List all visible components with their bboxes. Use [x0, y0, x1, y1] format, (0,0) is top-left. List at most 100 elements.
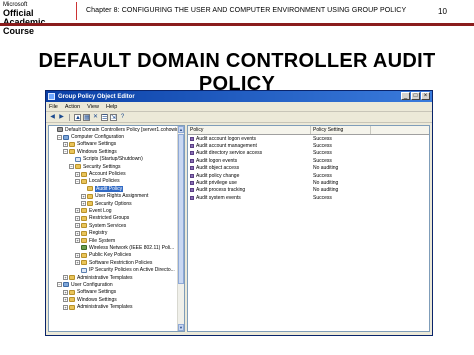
expand-icon[interactable]: + — [63, 297, 68, 303]
slide-header: Microsoft Official Academic Course Chapt… — [0, 0, 474, 36]
policy-cell: Audit object access — [188, 165, 311, 172]
expand-icon[interactable]: + — [75, 223, 80, 229]
back-icon[interactable]: ◀ — [49, 114, 56, 121]
tree-item-label: Administrative Templates — [77, 274, 133, 281]
tree-item[interactable]: − Windows Settings — [49, 148, 177, 155]
expand-icon[interactable]: + — [75, 208, 80, 214]
tree-item[interactable]: + Software Settings — [49, 141, 177, 148]
policy-row[interactable]: Audit object access No auditing — [188, 165, 429, 172]
tree-scrollbar[interactable]: ▲ ▼ — [177, 126, 184, 331]
close-button[interactable]: × — [421, 92, 430, 100]
folder-icon — [81, 215, 87, 221]
folder-icon — [87, 193, 93, 199]
expand-icon[interactable]: + — [63, 275, 68, 280]
tree-item[interactable]: − User Configuration — [49, 281, 177, 288]
tree-item[interactable]: + Public Key Policies — [49, 252, 177, 259]
tree-item-label: Account Policies — [89, 171, 126, 178]
page-number: 10 — [438, 7, 447, 16]
tree-item[interactable]: + Account Policies — [49, 170, 177, 177]
group-policy-editor-window: Group Policy Object Editor _ □ × File Ac… — [45, 90, 433, 336]
tree-item[interactable]: Wireless Network (IEEE 802.11) Poli... — [49, 244, 177, 251]
window-titlebar[interactable]: Group Policy Object Editor _ □ × — [46, 91, 432, 102]
expand-icon[interactable]: + — [81, 193, 86, 199]
tree-item[interactable]: + Security Options — [49, 200, 177, 207]
expand-icon[interactable]: + — [75, 260, 80, 266]
policy-row[interactable]: Audit process tracking No auditing — [188, 187, 429, 194]
tree-item[interactable]: + Software Settings — [49, 289, 177, 296]
tree-pane[interactable]: Default Domain Controllers Policy [serve… — [48, 125, 185, 332]
policy-name: Audit process tracking — [196, 187, 246, 194]
expand-icon[interactable]: + — [63, 289, 68, 295]
policy-setting-icon — [190, 151, 194, 156]
collapse-icon[interactable]: − — [57, 134, 62, 140]
column-header-setting[interactable]: Policy Setting — [311, 126, 371, 134]
tree-item[interactable]: − Security Settings — [49, 163, 177, 170]
delete-icon[interactable]: ✕ — [92, 114, 99, 121]
menu-help[interactable]: Help — [106, 104, 117, 110]
tree-item[interactable]: + User Rights Assignment — [49, 193, 177, 200]
policy-row[interactable]: Audit system events Success — [188, 194, 429, 201]
policy-row[interactable]: Audit logon events Success — [188, 157, 429, 164]
collapse-icon[interactable]: − — [69, 164, 74, 170]
policy-setting-icon — [190, 144, 194, 149]
show-hide-tree-icon[interactable]: ▦ — [83, 113, 90, 121]
toolbar-separator — [69, 113, 70, 121]
policy-row[interactable]: Audit policy change Success — [188, 172, 429, 179]
menu-file[interactable]: File — [49, 104, 58, 110]
scroll-up-icon[interactable]: ▲ — [178, 126, 184, 133]
expand-icon[interactable]: + — [75, 238, 80, 244]
tree-item-label: Restricted Groups — [89, 215, 130, 222]
collapse-icon[interactable]: − — [75, 178, 80, 184]
up-icon[interactable]: ▲ — [74, 113, 81, 121]
tree-item[interactable]: + Windows Settings — [49, 296, 177, 303]
tree-item[interactable]: + Software Restriction Policies — [49, 259, 177, 266]
scroll-thumb[interactable] — [178, 134, 184, 284]
collapse-icon[interactable]: − — [63, 149, 68, 155]
policy-row[interactable]: Audit privilege use No auditing — [188, 179, 429, 186]
expand-icon[interactable]: + — [75, 252, 80, 258]
tree-item[interactable]: + Restricted Groups — [49, 215, 177, 222]
minimize-button[interactable]: _ — [401, 92, 410, 100]
policy-cell: Audit directory service access — [188, 150, 311, 157]
policy-setting-icon — [190, 181, 194, 186]
chapter-title: Chapter 8: CONFIGURING THE USER AND COMP… — [86, 7, 407, 14]
expand-icon[interactable]: + — [75, 230, 80, 236]
tree-item[interactable]: + Administrative Templates — [49, 303, 177, 310]
policy-row[interactable]: Audit account management Success — [188, 142, 429, 149]
export-icon[interactable]: ⇲ — [110, 113, 117, 121]
policy-name: Audit object access — [196, 165, 240, 172]
help-icon[interactable]: ? — [119, 114, 126, 121]
tree-item[interactable]: Audit Policy — [49, 185, 177, 192]
scroll-down-icon[interactable]: ▼ — [178, 324, 184, 331]
expand-icon[interactable]: + — [63, 304, 68, 310]
policy-setting-value: Success — [313, 172, 332, 179]
tree-item[interactable]: Default Domain Controllers Policy [serve… — [49, 126, 177, 133]
tree-item[interactable]: + System Services — [49, 222, 177, 229]
tree-item[interactable]: + Registry — [49, 229, 177, 236]
properties-icon[interactable]: ☰ — [101, 113, 108, 121]
policy-row[interactable]: Audit account logon events Success — [188, 135, 429, 142]
folder-icon — [81, 223, 87, 229]
column-header-policy[interactable]: Policy — [188, 126, 311, 134]
tree-item[interactable]: Scripts (Startup/Shutdown) — [49, 156, 177, 163]
tree-item[interactable]: IP Security Policies on Active Directo..… — [49, 266, 177, 273]
expand-icon[interactable]: + — [81, 201, 86, 207]
tree-item[interactable]: + File System — [49, 237, 177, 244]
expand-icon[interactable]: + — [75, 171, 80, 177]
policy-cell: Audit process tracking — [188, 187, 311, 194]
menu-view[interactable]: View — [87, 104, 99, 110]
forward-icon[interactable]: ▶ — [58, 114, 65, 121]
expand-icon[interactable]: + — [75, 215, 80, 221]
policy-row[interactable]: Audit directory service access Success — [188, 150, 429, 157]
collapse-icon[interactable]: − — [57, 282, 62, 288]
tree-item[interactable]: + Administrative Templates — [49, 274, 177, 281]
menu-action[interactable]: Action — [65, 104, 80, 110]
policy-setting-icon — [190, 166, 194, 171]
tree-item[interactable]: − Local Policies — [49, 178, 177, 185]
expand-icon[interactable]: + — [63, 141, 68, 147]
folder-icon — [81, 252, 87, 258]
maximize-button[interactable]: □ — [411, 92, 420, 100]
folder-icon — [69, 297, 75, 303]
tree-item[interactable]: − Computer Configuration — [49, 133, 177, 140]
tree-item[interactable]: + Event Log — [49, 207, 177, 214]
